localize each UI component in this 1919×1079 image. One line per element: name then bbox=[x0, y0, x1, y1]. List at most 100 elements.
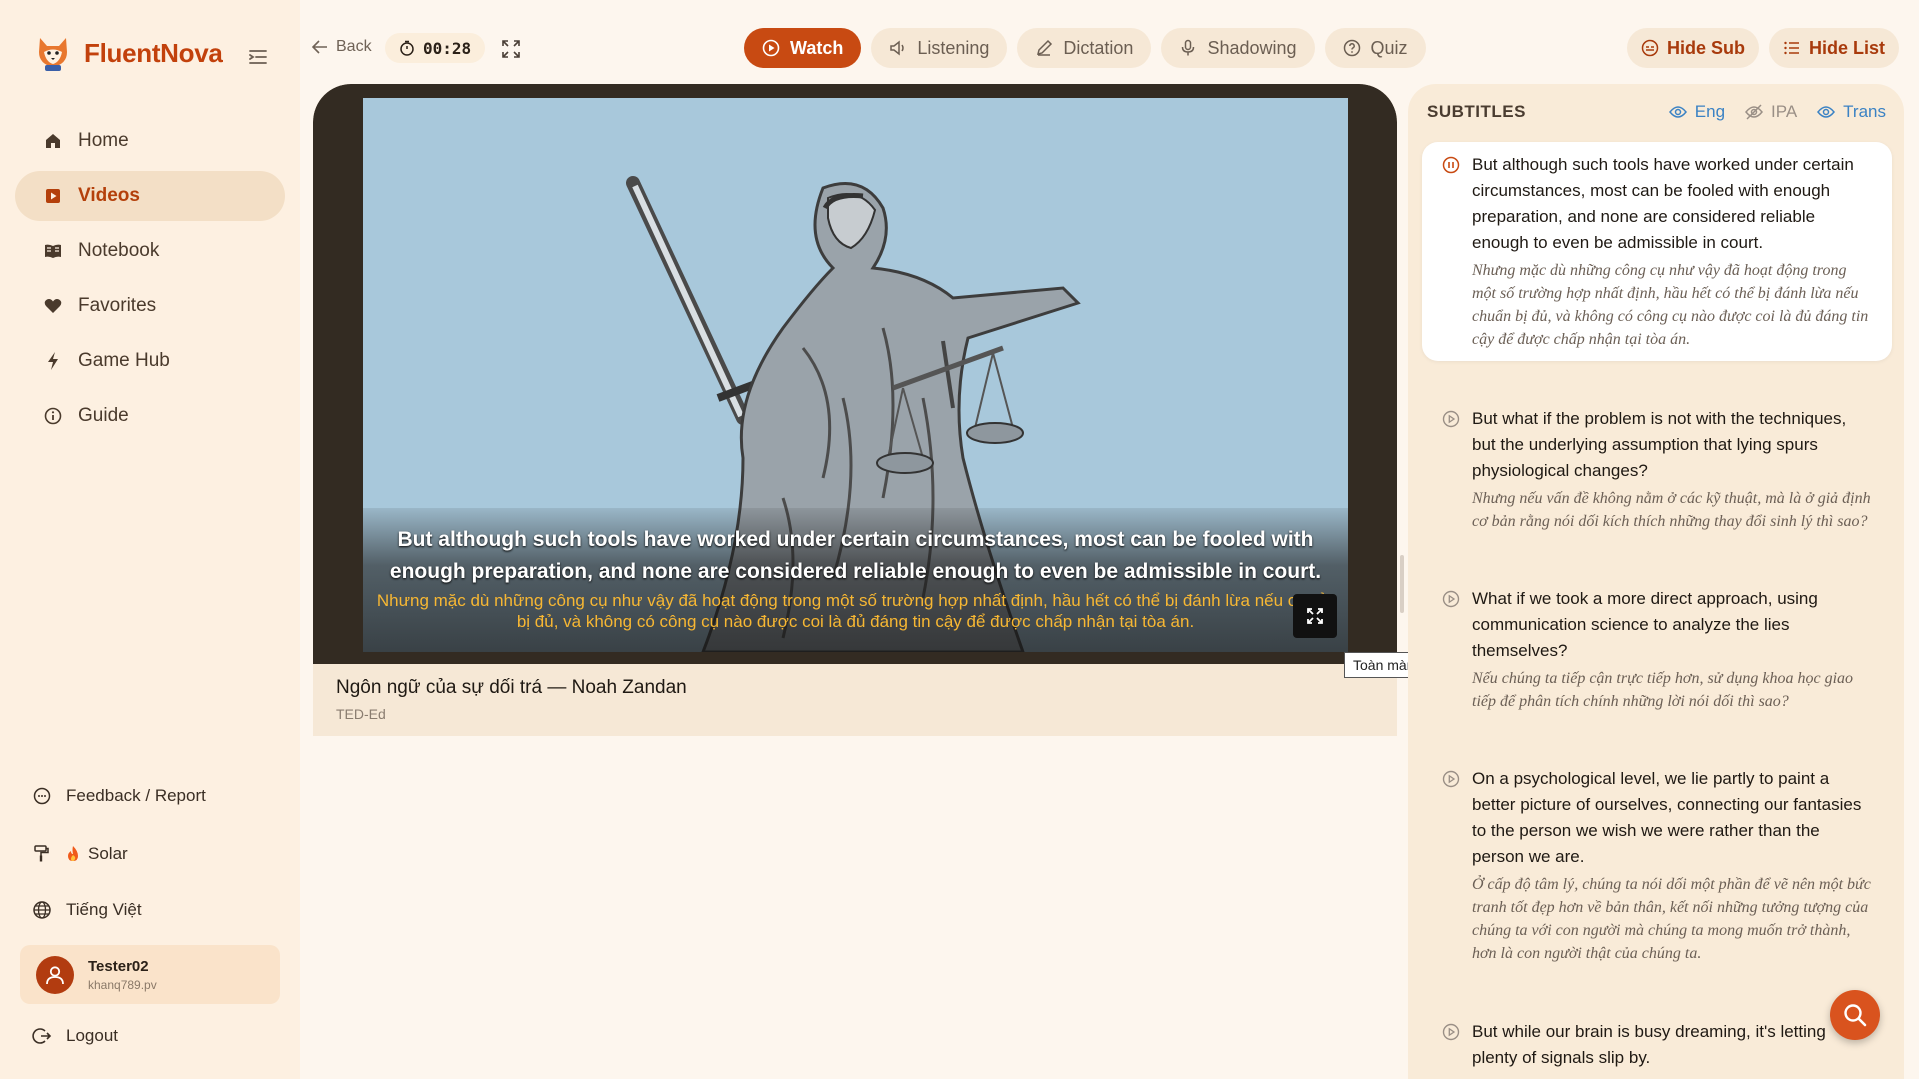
subtitle-english: But while our brain is busy dreaming, it… bbox=[1472, 1022, 1826, 1067]
toggle-label: IPA bbox=[1771, 102, 1798, 121]
subtitle-translation: Nhưng nếu vấn đề không nằm ở các kỹ thuậ… bbox=[1472, 490, 1871, 530]
fox-logo-icon bbox=[36, 34, 70, 72]
logout-button[interactable]: Logout bbox=[32, 1026, 118, 1046]
collapse-sidebar-icon[interactable] bbox=[246, 46, 270, 68]
video-frame[interactable]: But although such tools have worked unde… bbox=[363, 98, 1348, 652]
nav-label: Favorites bbox=[78, 295, 157, 316]
language-selector[interactable]: Tiếng Việt bbox=[32, 900, 142, 920]
chat-bubble-icon bbox=[32, 786, 52, 806]
play-circle-icon bbox=[762, 39, 780, 57]
eye-icon bbox=[1668, 103, 1687, 121]
nav-item-guide[interactable]: Guide bbox=[15, 391, 285, 441]
timer-value: 00:28 bbox=[423, 38, 472, 58]
tab-label: Listening bbox=[917, 37, 990, 58]
logo[interactable]: FluentNova bbox=[36, 34, 223, 72]
theme-selector[interactable]: Solar bbox=[32, 844, 128, 864]
expand-icon[interactable] bbox=[500, 38, 522, 60]
tab-listening[interactable]: Listening bbox=[871, 28, 1008, 68]
search-icon bbox=[1844, 1004, 1867, 1027]
tab-shadowing[interactable]: Shadowing bbox=[1161, 28, 1315, 68]
tab-quiz[interactable]: Quiz bbox=[1324, 28, 1426, 68]
hide-sub-button[interactable]: Hide Sub bbox=[1626, 28, 1759, 68]
play-circle-icon bbox=[1442, 770, 1460, 788]
sidebar: FluentNova Home Videos Notebook Favorite… bbox=[0, 0, 300, 1079]
video-player[interactable]: But although such tools have worked unde… bbox=[313, 84, 1397, 664]
subtitle-translation: Nếu chúng ta tiếp cận trực tiếp hơn, sử … bbox=[1472, 670, 1854, 710]
back-button[interactable]: Back bbox=[312, 38, 372, 56]
heart-icon bbox=[43, 296, 63, 316]
subtitle-english: But what if the problem is not with the … bbox=[1472, 409, 1847, 480]
nav-label: Videos bbox=[78, 185, 140, 206]
home-icon bbox=[43, 131, 63, 151]
stopwatch-icon bbox=[399, 40, 415, 56]
play-circle-icon bbox=[1442, 1023, 1460, 1041]
play-circle-icon bbox=[1442, 590, 1460, 608]
session-timer: 00:28 bbox=[385, 33, 486, 63]
nav-item-game-hub[interactable]: Game Hub bbox=[15, 336, 285, 386]
arrow-left-icon bbox=[312, 40, 328, 54]
tab-label: Watch bbox=[790, 37, 844, 58]
theme-label: Solar bbox=[88, 844, 128, 863]
eye-icon bbox=[1817, 103, 1836, 121]
flame-icon bbox=[66, 846, 80, 862]
avatar bbox=[36, 955, 74, 994]
paint-roller-icon bbox=[32, 844, 52, 864]
nav-label: Notebook bbox=[78, 240, 160, 261]
feedback-link[interactable]: Feedback / Report bbox=[32, 786, 206, 806]
user-icon bbox=[46, 965, 64, 984]
video-card: But although such tools have worked unde… bbox=[313, 84, 1397, 736]
hide-sub-label: Hide Sub bbox=[1666, 37, 1745, 58]
user-email: khanq789.pv bbox=[88, 977, 157, 992]
toggle-trans[interactable]: Trans bbox=[1817, 102, 1886, 122]
nav-item-videos[interactable]: Videos bbox=[15, 171, 285, 221]
logout-icon bbox=[32, 1026, 52, 1046]
nav-label: Home bbox=[78, 130, 129, 151]
tab-watch[interactable]: Watch bbox=[744, 28, 862, 68]
subtitle-item[interactable]: What if we took a more direct approach, … bbox=[1422, 576, 1892, 723]
subtitle-english: On a psychological level, we lie partly … bbox=[1472, 769, 1862, 866]
back-label: Back bbox=[336, 38, 372, 55]
subtitles-panel: SUBTITLES Eng IPA Trans But although suc… bbox=[1408, 84, 1904, 1079]
feedback-label: Feedback / Report bbox=[66, 786, 206, 805]
mode-tabs: Watch Listening Dictation Shadowing Quiz bbox=[744, 28, 1426, 68]
pencil-icon bbox=[1035, 39, 1053, 57]
tab-label: Shadowing bbox=[1207, 37, 1297, 58]
nav-item-favorites[interactable]: Favorites bbox=[15, 281, 285, 331]
tab-label: Quiz bbox=[1370, 37, 1408, 58]
fullscreen-button[interactable] bbox=[1293, 594, 1337, 638]
user-card[interactable]: Tester02 khanq789.pv bbox=[20, 945, 280, 1004]
globe-icon bbox=[32, 900, 52, 920]
search-button[interactable] bbox=[1830, 990, 1880, 1040]
nav-item-notebook[interactable]: Notebook bbox=[15, 226, 285, 276]
app-name: FluentNova bbox=[84, 37, 223, 68]
video-title: Ngôn ngữ của sự dối trá — Noah Zandan bbox=[336, 677, 687, 698]
main-nav: Home Videos Notebook Favorites Game Hub … bbox=[15, 116, 285, 446]
tab-dictation[interactable]: Dictation bbox=[1017, 28, 1152, 68]
subtitle-english: What if we took a more direct approach, … bbox=[1472, 589, 1818, 660]
subtitle-item[interactable]: But what if the problem is not with the … bbox=[1422, 396, 1892, 543]
toggle-eng[interactable]: Eng bbox=[1668, 102, 1726, 122]
subtitle-translation: Nhưng mặc dù những công cụ như vậy đã ho… bbox=[1472, 262, 1869, 348]
microphone-icon bbox=[1179, 39, 1197, 57]
toggle-label: Eng bbox=[1694, 102, 1726, 121]
nav-item-home[interactable]: Home bbox=[15, 116, 285, 166]
video-icon bbox=[43, 186, 63, 206]
subtitle-item[interactable]: On a psychological level, we lie partly … bbox=[1422, 756, 1892, 975]
hide-list-label: Hide List bbox=[1808, 37, 1885, 58]
subtitle-item[interactable]: But although such tools have worked unde… bbox=[1422, 142, 1892, 361]
video-channel[interactable]: TED-Ed bbox=[336, 706, 386, 722]
nav-label: Game Hub bbox=[78, 350, 170, 371]
list-icon bbox=[1783, 39, 1801, 57]
toggle-ipa[interactable]: IPA bbox=[1745, 102, 1797, 122]
notebook-icon bbox=[43, 241, 63, 261]
subtitle-item[interactable]: But while our brain is busy dreaming, it… bbox=[1422, 1009, 1892, 1079]
video-subtitle-english: But although such tools have worked unde… bbox=[389, 528, 1322, 583]
speaker-icon bbox=[889, 39, 907, 57]
toggle-label: Trans bbox=[1843, 102, 1886, 121]
resize-handle[interactable] bbox=[1400, 555, 1404, 613]
hide-list-button[interactable]: Hide List bbox=[1768, 28, 1899, 68]
subtitle-translation: Ở cấp độ tâm lý, chúng ta nói dối một ph… bbox=[1472, 876, 1871, 962]
nav-label: Guide bbox=[78, 405, 129, 426]
subtitles-icon bbox=[1641, 39, 1659, 57]
info-icon bbox=[43, 406, 63, 426]
